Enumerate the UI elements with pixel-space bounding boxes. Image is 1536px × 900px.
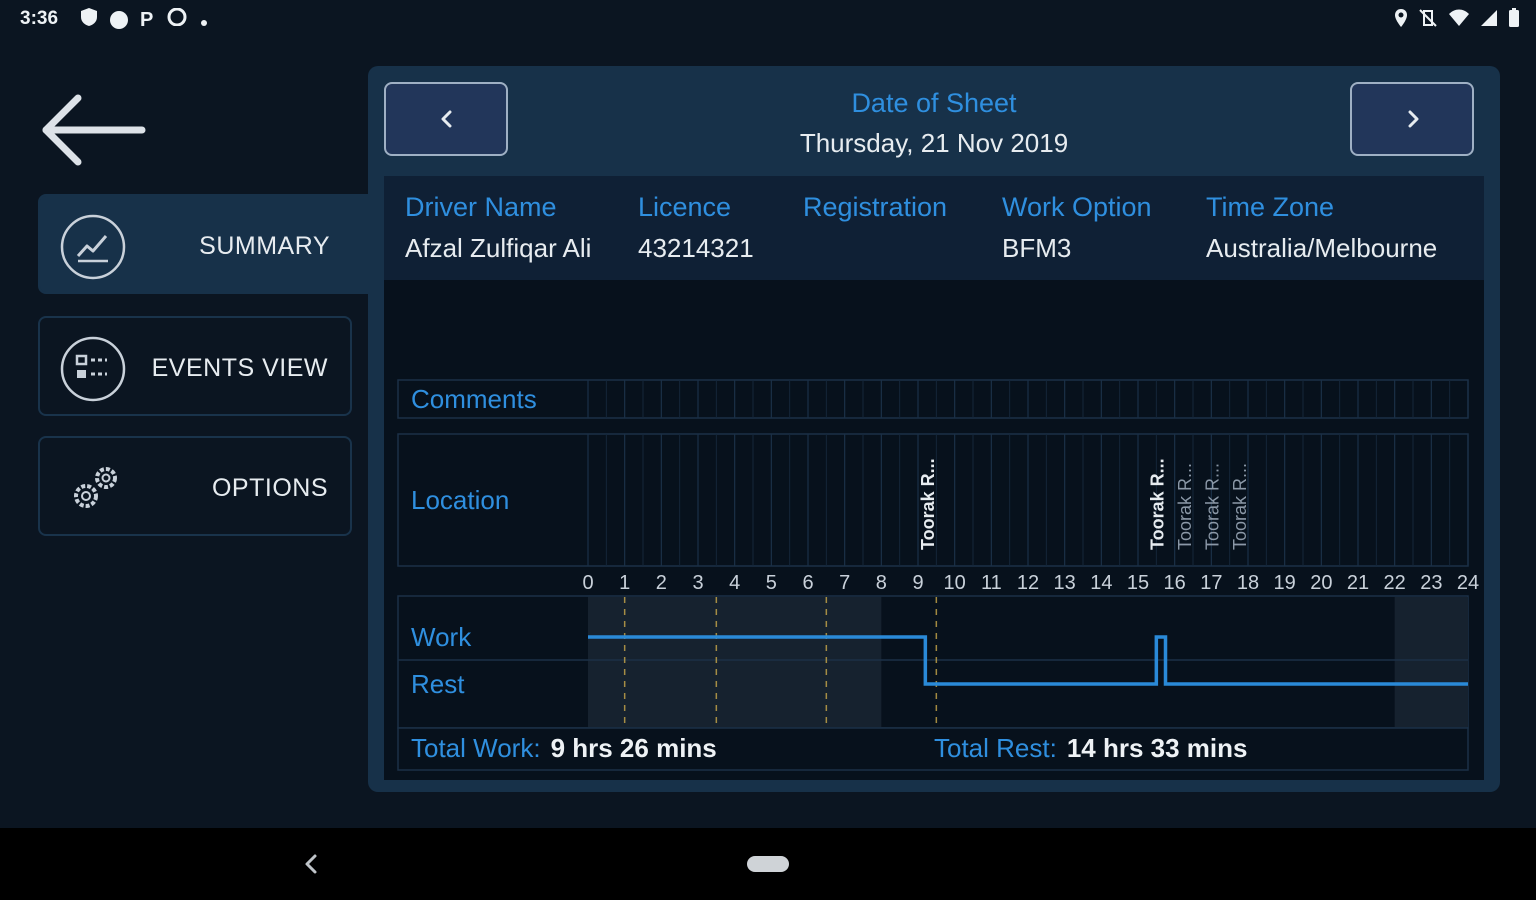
sidebar-item-label: SUMMARY	[199, 232, 330, 260]
notification-icons: P	[80, 7, 208, 32]
chevron-right-icon	[1408, 110, 1419, 128]
battery-icon	[1508, 8, 1520, 33]
total-rest-label: Total Rest:	[934, 733, 1057, 763]
licence-label: Licence	[638, 192, 732, 222]
home-pill-button[interactable]	[747, 856, 789, 872]
driver-info: Driver Name Afzal Zulfiqar Ali Licence 4…	[384, 176, 1484, 280]
system-back-icon[interactable]	[303, 852, 319, 876]
wifi-icon	[1448, 9, 1470, 32]
registration-label: Registration	[803, 192, 948, 222]
location-icon	[1394, 8, 1408, 33]
work-option-label: Work Option	[1002, 192, 1152, 222]
list-icon	[60, 336, 126, 402]
sidebar-item-label: EVENTS VIEW	[151, 354, 328, 382]
time-zone-field: Time Zone Australia/Melbourne	[1206, 192, 1437, 264]
chart-area	[384, 280, 1484, 780]
total-work-label: Total Work:	[411, 733, 541, 763]
vibrate-off-icon	[1418, 8, 1438, 33]
licence-field: Licence 43214321	[638, 192, 754, 264]
next-day-button[interactable]	[1350, 82, 1474, 156]
shield-icon	[80, 7, 98, 32]
signal-icon	[1480, 9, 1498, 32]
system-navigation-bar	[0, 828, 1536, 900]
registration-field: Registration	[803, 192, 947, 233]
work-option-field: Work Option BFM3	[1002, 192, 1152, 264]
sidebar-item-options[interactable]: OPTIONS	[38, 436, 352, 536]
time-zone-value: Australia/Melbourne	[1206, 233, 1438, 263]
status-bar: 3:36 P	[0, 0, 1536, 40]
sheet-date: Thursday, 21 Nov 2019	[799, 128, 1069, 158]
total-work: Total Work: 9 hrs 26 mins	[411, 733, 717, 764]
dot-icon	[201, 19, 208, 26]
sheet-title: Date of Sheet	[851, 88, 1017, 118]
total-work-value: 9 hrs 26 mins	[550, 733, 717, 763]
total-rest: Total Rest: 14 hrs 33 mins	[934, 733, 1247, 764]
driver-name-label: Driver Name	[405, 192, 557, 222]
sidebar-item-events-view[interactable]: EVENTS VIEW	[38, 316, 352, 416]
driver-name-value: Afzal Zulfiqar Ali	[405, 233, 592, 263]
driver-name-field: Driver Name Afzal Zulfiqar Ali	[405, 192, 591, 264]
back-arrow-icon[interactable]	[38, 92, 148, 168]
system-icons	[1394, 8, 1520, 33]
sidebar-item-summary[interactable]: SUMMARY	[38, 194, 370, 294]
cloud-icon	[165, 7, 189, 31]
licence-value: 43214321	[638, 233, 754, 263]
circle-icon	[110, 10, 128, 29]
total-rest-value: 14 hrs 33 mins	[1066, 733, 1248, 763]
sidebar-item-label: OPTIONS	[211, 474, 328, 502]
status-time: 3:36	[20, 8, 59, 29]
work-option-value: BFM3	[1002, 233, 1072, 263]
time-zone-label: Time Zone	[1206, 192, 1335, 222]
gears-icon	[74, 467, 117, 508]
chart-trend-icon	[60, 214, 126, 280]
p-icon: P	[140, 8, 154, 31]
